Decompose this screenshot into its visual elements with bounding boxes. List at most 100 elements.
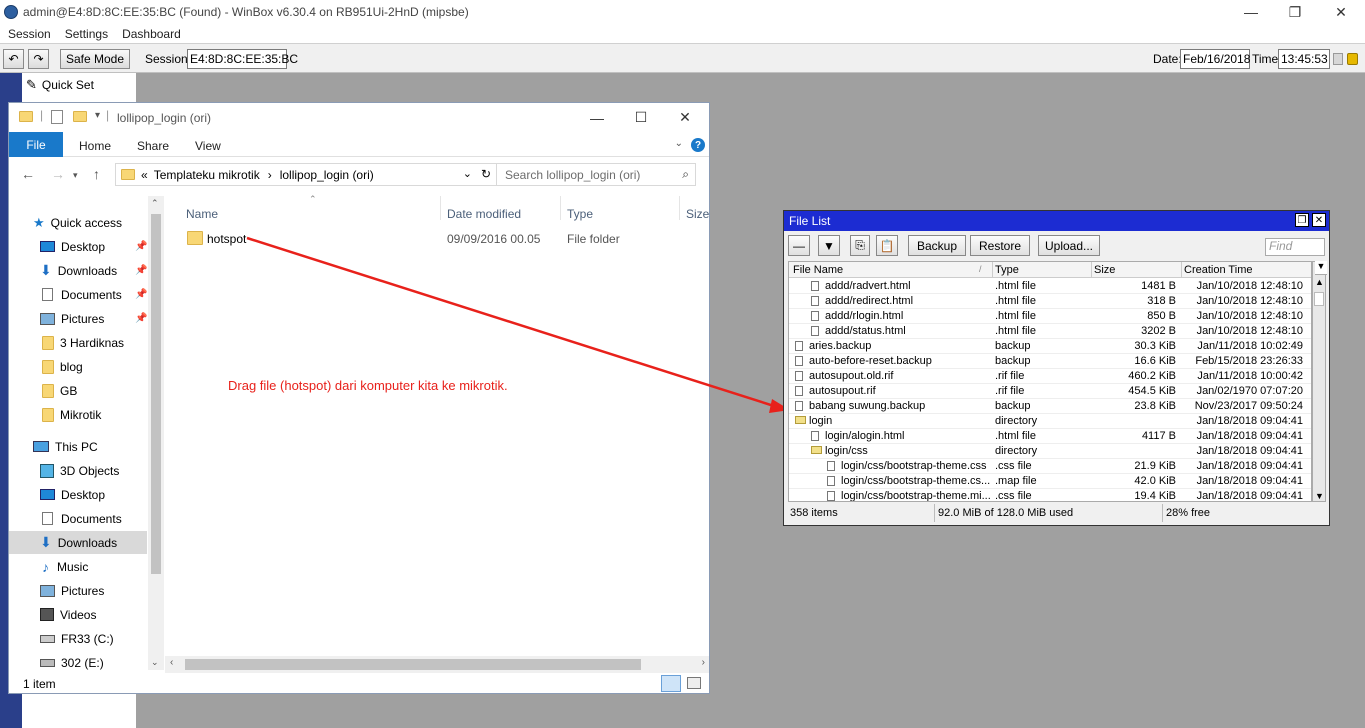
file-name: login/css/bootstrap-theme.css bbox=[841, 460, 987, 472]
file-size: 4117 B bbox=[1141, 430, 1176, 442]
restore-button[interactable]: Restore bbox=[970, 235, 1030, 256]
scroll-down-icon[interactable]: ▼ bbox=[1315, 491, 1324, 501]
file-icon bbox=[811, 311, 819, 321]
file-creation-time: Jan/18/2018 09:04:41 bbox=[1196, 445, 1303, 457]
file-list-row[interactable]: login/css/bootstrap-theme.mi... .css file… bbox=[789, 489, 1311, 502]
drag-arrow-line bbox=[246, 236, 775, 408]
find-input[interactable]: Find bbox=[1265, 238, 1325, 256]
file-list-row[interactable]: auto-before-reset.backup backup 16.6 KiB Fe… bbox=[789, 354, 1311, 369]
file-list-row[interactable]: addd/status.html .html file 3202 B Jan/10/2… bbox=[789, 324, 1311, 339]
column-header-type[interactable]: Type bbox=[995, 264, 1019, 276]
file-name: login bbox=[809, 415, 833, 427]
file-size: 21.9 KiB bbox=[1134, 460, 1176, 472]
file-type: .html file bbox=[995, 325, 1036, 337]
file-list-row[interactable]: autosupout.rif .rif file 454.5 KiB Jan/02/1… bbox=[789, 384, 1311, 399]
file-creation-time: Jan/10/2018 12:48:10 bbox=[1196, 295, 1303, 307]
file-name: addd/status.html bbox=[825, 325, 906, 337]
scroll-thumb[interactable] bbox=[1314, 292, 1324, 306]
file-creation-time: Jan/10/2018 12:48:10 bbox=[1196, 310, 1303, 322]
scroll-up-icon[interactable]: ▲ bbox=[1315, 277, 1324, 287]
file-icon bbox=[827, 476, 835, 486]
file-icon bbox=[811, 281, 819, 291]
file-type: directory bbox=[995, 415, 1038, 427]
file-list-row[interactable]: aries.backup backup 30.3 KiB Jan/11/2018 10… bbox=[789, 339, 1311, 354]
file-size: 16.6 KiB bbox=[1134, 355, 1176, 367]
file-creation-time: Jan/18/2018 09:04:41 bbox=[1196, 430, 1303, 442]
file-list-row[interactable]: login/css/bootstrap-theme.cs... .map file… bbox=[789, 474, 1311, 489]
file-name: auto-before-reset.backup bbox=[809, 355, 932, 367]
file-list-row[interactable]: autosupout.old.rif .rif file 460.2 KiB Jan/… bbox=[789, 369, 1311, 384]
file-list-row[interactable]: addd/redirect.html .html file 318 B Jan/10/… bbox=[789, 294, 1311, 309]
file-name: babang suwung.backup bbox=[809, 400, 926, 412]
file-list-row[interactable]: login directory Jan/18/2018 09:04:41 bbox=[789, 414, 1311, 429]
file-type: backup bbox=[995, 400, 1031, 412]
storage-used: 92.0 MiB of 128.0 MiB used bbox=[938, 507, 1074, 519]
paste-button[interactable]: 📋 bbox=[876, 235, 898, 256]
file-type: .rif file bbox=[995, 385, 1025, 397]
file-creation-time: Jan/18/2018 09:04:41 bbox=[1196, 475, 1303, 487]
file-type: .html file bbox=[995, 310, 1036, 322]
file-list-row[interactable]: addd/radvert.html .html file 1481 B Jan/10/… bbox=[789, 279, 1311, 294]
file-type: .map file bbox=[995, 475, 1037, 487]
file-icon bbox=[795, 356, 803, 366]
directory-icon bbox=[795, 416, 806, 424]
file-type: .html file bbox=[995, 295, 1036, 307]
file-type: .css file bbox=[995, 490, 1032, 502]
column-menu-icon[interactable]: ▼ bbox=[1315, 261, 1327, 275]
minus-icon: — bbox=[793, 238, 805, 253]
backup-button[interactable]: Backup bbox=[908, 235, 966, 256]
file-type: .html file bbox=[995, 430, 1036, 442]
file-creation-time: Jan/18/2018 09:04:41 bbox=[1196, 490, 1303, 502]
file-list-scrollbar[interactable]: ▼ ▲ ▼ bbox=[1312, 261, 1327, 502]
file-creation-time: Jan/18/2018 09:04:41 bbox=[1196, 415, 1303, 427]
upload-button[interactable]: Upload... bbox=[1038, 235, 1100, 256]
file-list-row[interactable]: login/css/bootstrap-theme.css .css file 21… bbox=[789, 459, 1311, 474]
file-icon bbox=[827, 461, 835, 471]
file-type: .html file bbox=[995, 280, 1036, 292]
paste-icon: 📋 bbox=[879, 238, 895, 253]
storage-free: 28% free bbox=[1166, 507, 1211, 519]
sort-icon: / bbox=[979, 264, 982, 274]
file-creation-time: Jan/11/2018 10:00:42 bbox=[1197, 370, 1303, 382]
items-count: 358 items bbox=[790, 507, 838, 519]
filter-button[interactable]: ▼ bbox=[818, 235, 840, 256]
file-icon bbox=[811, 296, 819, 306]
remove-button[interactable]: — bbox=[788, 235, 810, 256]
file-list-row[interactable]: login/alogin.html .html file 4117 B Jan/18/… bbox=[789, 429, 1311, 444]
file-size: 318 B bbox=[1147, 295, 1176, 307]
file-icon bbox=[811, 326, 819, 336]
file-icon bbox=[795, 386, 803, 396]
file-list-header: File Name / Type Size Creation Time bbox=[789, 262, 1311, 278]
file-type: directory bbox=[995, 445, 1038, 457]
file-size: 3202 B bbox=[1141, 325, 1176, 337]
file-size: 850 B bbox=[1147, 310, 1176, 322]
file-creation-time: Feb/15/2018 23:26:33 bbox=[1195, 355, 1303, 367]
file-creation-time: Nov/23/2017 09:50:24 bbox=[1194, 400, 1303, 412]
file-icon bbox=[795, 341, 803, 351]
file-name: login/css/bootstrap-theme.mi... bbox=[841, 490, 991, 502]
file-type: backup bbox=[995, 340, 1031, 352]
close-window-button[interactable]: ✕ bbox=[1312, 213, 1326, 227]
column-header-file-name[interactable]: File Name bbox=[793, 264, 843, 276]
file-list-row[interactable]: addd/rlogin.html .html file 850 B Jan/10/20… bbox=[789, 309, 1311, 324]
restore-window-button[interactable]: ❐ bbox=[1295, 213, 1309, 227]
copy-button[interactable]: ⎘ bbox=[850, 235, 870, 256]
file-creation-time: Jan/18/2018 09:04:41 bbox=[1196, 460, 1303, 472]
file-size: 30.3 KiB bbox=[1134, 340, 1176, 352]
file-list-title: File List bbox=[789, 214, 831, 228]
copy-icon: ⎘ bbox=[855, 238, 865, 252]
file-size: 1481 B bbox=[1141, 280, 1176, 292]
file-name: addd/radvert.html bbox=[825, 280, 911, 292]
file-list-row[interactable]: login/css directory Jan/18/2018 09:04:41 bbox=[789, 444, 1311, 459]
column-header-size[interactable]: Size bbox=[1094, 264, 1115, 276]
file-list-window: File List ❐ ✕ — ▼ ⎘ 📋 Backup Restore Upl… bbox=[783, 210, 1330, 526]
file-size: 19.4 KiB bbox=[1134, 490, 1176, 502]
file-icon bbox=[795, 371, 803, 381]
file-list-title-bar: File List ❐ ✕ bbox=[784, 211, 1329, 231]
file-name: autosupout.rif bbox=[809, 385, 876, 397]
file-size: 42.0 KiB bbox=[1134, 475, 1176, 487]
file-list-row[interactable]: babang suwung.backup backup 23.8 KiB Nov/23… bbox=[789, 399, 1311, 414]
file-creation-time: Jan/02/1970 07:07:20 bbox=[1196, 385, 1303, 397]
column-header-creation-time[interactable]: Creation Time bbox=[1184, 264, 1252, 276]
file-name: autosupout.old.rif bbox=[809, 370, 894, 382]
